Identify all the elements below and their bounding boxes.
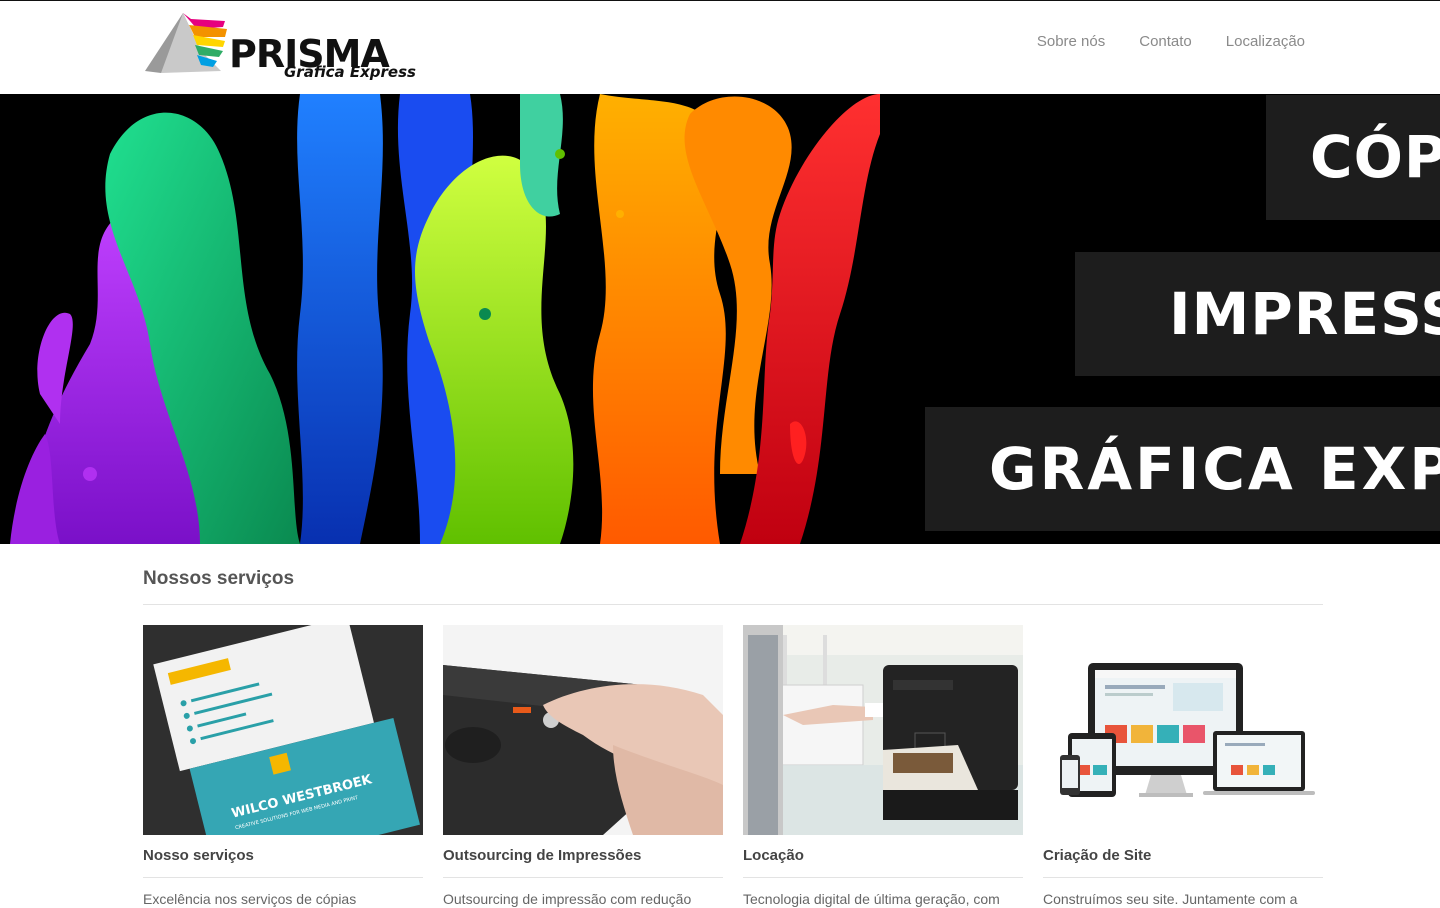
hero-banner-copias: CÓPIAS	[1266, 95, 1440, 220]
services-grid: WILCO WESTBROEK CREATIVE SOLUTIONS FOR W…	[143, 625, 1323, 908]
section-divider	[143, 604, 1323, 605]
logo[interactable]: PRISMA Gráfica Express	[143, 11, 428, 83]
service-card: Outsourcing de Impressões Outsourcing de…	[443, 625, 723, 908]
service-card: Locação Tecnologia digital de última ger…	[743, 625, 1023, 908]
hero-banner-impressoes: IMPRESSÕES	[1075, 252, 1440, 376]
printer-button-image	[443, 625, 723, 835]
logo-tagline: Gráfica Express	[284, 63, 416, 81]
service-text: Construímos seu site. Juntamente com a	[1043, 891, 1298, 907]
service-text: Outsourcing de impressão com redução	[443, 891, 692, 907]
nav-link-contato[interactable]: Contato	[1139, 32, 1192, 52]
office-printer-image	[743, 625, 1023, 835]
site-header: PRISMA Gráfica Express Sobre nós Contato…	[0, 1, 1440, 94]
service-text: Tecnologia digital de última geração, co…	[743, 891, 1000, 907]
nav-link-localizacao[interactable]: Localização	[1226, 32, 1305, 52]
hero-slider[interactable]: CÓPIAS IMPRESSÕES GRÁFICA EXPRESS	[0, 94, 1440, 544]
service-title[interactable]: Nosso serviços	[143, 847, 423, 865]
responsive-devices-image	[1043, 625, 1323, 835]
prism-logo-icon	[145, 13, 227, 73]
service-image-printer[interactable]	[443, 625, 723, 835]
service-title[interactable]: Locação	[743, 847, 1023, 865]
service-image-business-cards[interactable]: WILCO WESTBROEK CREATIVE SOLUTIONS FOR W…	[143, 625, 423, 835]
service-card: Criação de Site Construímos seu site. Ju…	[1043, 625, 1323, 908]
service-image-office-printer[interactable]	[743, 625, 1023, 835]
service-divider	[743, 877, 1023, 878]
section-title: Nossos serviços	[143, 568, 295, 589]
service-divider	[443, 877, 723, 878]
business-card-image: WILCO WESTBROEK CREATIVE SOLUTIONS FOR W…	[143, 625, 423, 835]
service-title[interactable]: Outsourcing de Impressões	[443, 847, 723, 865]
service-title[interactable]: Criação de Site	[1043, 847, 1323, 865]
service-image-responsive-site[interactable]	[1043, 625, 1323, 835]
nav-link-sobre-nos[interactable]: Sobre nós	[1037, 32, 1105, 52]
service-card: WILCO WESTBROEK CREATIVE SOLUTIONS FOR W…	[143, 625, 423, 908]
service-divider	[143, 877, 423, 878]
service-text: Excelência nos serviços de cópias	[143, 891, 357, 907]
main-nav: Sobre nós Contato Localização	[1037, 32, 1305, 52]
service-divider	[1043, 877, 1323, 878]
hero-banner-grafica-express: GRÁFICA EXPRESS	[925, 407, 1440, 531]
